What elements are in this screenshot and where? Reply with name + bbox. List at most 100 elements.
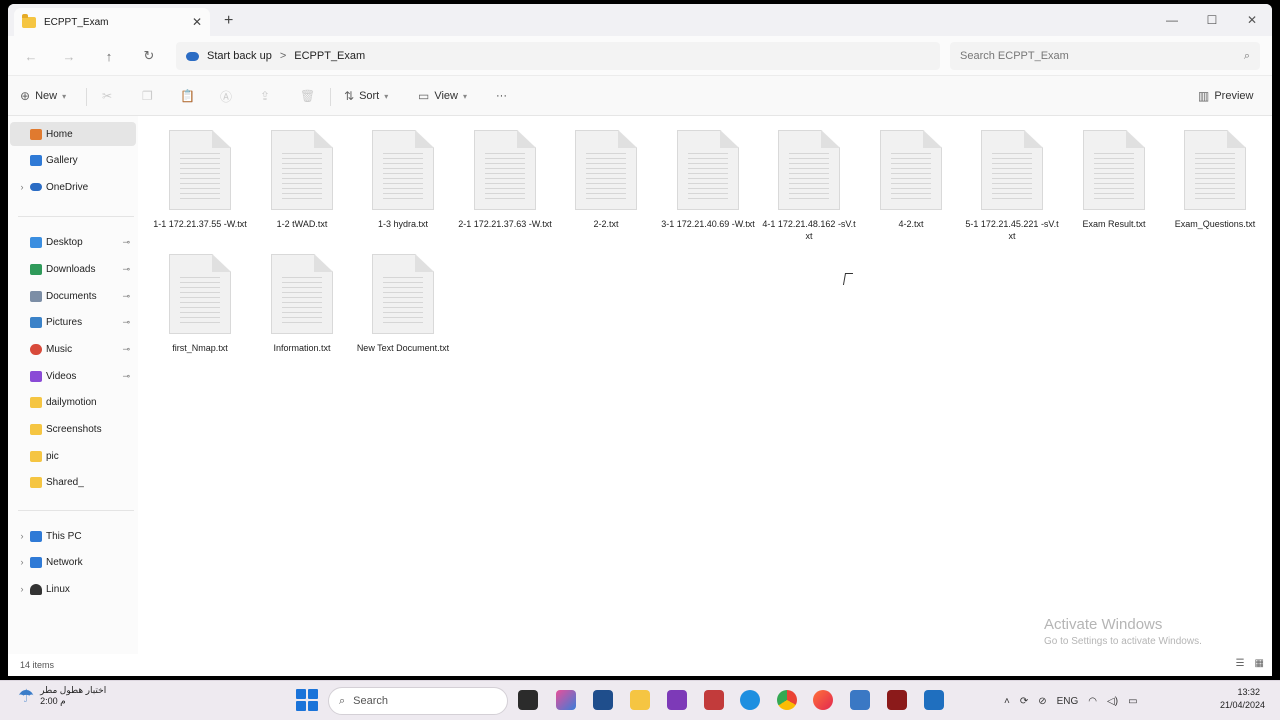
file-item[interactable]: 5-1 172.21.45.221 -sV.txt <box>964 130 1060 242</box>
file-item[interactable]: 3-1 172.21.40.69 -W.txt <box>660 130 756 230</box>
chrome-browser-icon[interactable] <box>777 690 797 710</box>
file-item[interactable]: Exam Result.txt <box>1066 130 1162 230</box>
file-item[interactable]: Exam_Questions.txt <box>1167 130 1263 230</box>
expand-chevron-icon[interactable]: › <box>16 531 28 541</box>
sidebar-item-videos[interactable]: Videos ⊸ <box>10 364 136 388</box>
sidebar-item-screenshots[interactable]: Screenshots <box>10 417 136 441</box>
divider <box>18 510 134 511</box>
sidebar-item-label: Downloads <box>46 263 96 275</box>
file-name: 1-3 hydra.txt <box>377 219 429 229</box>
rename-icon: Ⓐ <box>220 89 233 104</box>
snipping-tool-app-icon[interactable] <box>924 690 944 710</box>
divider <box>18 216 134 217</box>
clipboard-icon: 📋 <box>180 89 195 103</box>
rename-button[interactable]: Ⓐ <box>220 88 232 104</box>
sort-button[interactable]: ⇅ Sort ▾ <box>344 88 388 104</box>
volume-icon[interactable]: ◁) <box>1107 696 1118 707</box>
preview-button[interactable]: ▥ Preview <box>1198 88 1253 104</box>
file-name: 2-2.txt <box>593 219 619 229</box>
sidebar-item-shared[interactable]: Shared_ <box>10 470 136 494</box>
start-button[interactable] <box>296 689 318 711</box>
firefox-browser-icon[interactable] <box>813 690 833 710</box>
pin-icon: ⊸ <box>122 290 130 301</box>
update-icon[interactable]: ⟳ <box>1020 696 1028 707</box>
network-status-icon[interactable]: ⊘ <box>1038 696 1046 707</box>
file-item[interactable]: 2-1 172.21.37.63 -W.txt <box>457 130 553 230</box>
file-item[interactable]: 1-1 172.21.37.55 -W.txt <box>152 130 248 230</box>
new-tab-button[interactable]: + <box>224 12 233 30</box>
app-icon[interactable] <box>704 690 724 710</box>
delete-button[interactable]: 🗑 <box>300 88 315 104</box>
video-editor-app-icon[interactable] <box>887 690 907 710</box>
expand-chevron-icon[interactable]: › <box>16 182 28 192</box>
sidebar-item-this-pc[interactable]: › This PC <box>10 524 136 548</box>
search-input[interactable]: Search ECPPT_Exam ⌕ <box>950 42 1260 70</box>
copy-button[interactable]: ❐ <box>142 88 153 104</box>
store-app-icon[interactable] <box>593 690 613 710</box>
view-button[interactable]: ▭ View ▾ <box>418 88 467 104</box>
wifi-icon[interactable]: ◠ <box>1088 696 1097 707</box>
pictures-icon <box>30 316 42 328</box>
chevron-up-icon[interactable]: ˄ <box>1004 696 1010 707</box>
visual-studio-app-icon[interactable] <box>667 690 687 710</box>
sidebar-item-pic[interactable]: pic <box>10 444 136 468</box>
sidebar-item-home[interactable]: Home <box>10 122 136 146</box>
chevron-down-icon: ▾ <box>62 91 67 101</box>
share-button[interactable]: ⇪ <box>260 88 270 104</box>
tiles-view-icon[interactable]: ▦ <box>1255 658 1264 669</box>
up-button[interactable]: ↑ <box>98 46 120 66</box>
tab-close-button[interactable]: ✕ <box>192 15 202 29</box>
file-item[interactable]: Information.txt <box>254 254 350 354</box>
forward-button[interactable]: → <box>58 46 80 66</box>
close-button[interactable]: ✕ <box>1232 4 1272 36</box>
file-item[interactable]: 1-3 hydra.txt <box>355 130 451 230</box>
breadcrumb-ecppt-exam[interactable]: ECPPT_Exam <box>294 50 365 62</box>
sidebar-item-dailymotion[interactable]: dailymotion <box>10 390 136 414</box>
refresh-button[interactable]: ↻ <box>138 46 160 66</box>
sidebar-item-music[interactable]: Music ⊸ <box>10 337 136 361</box>
system-clock[interactable]: 13:32 21/04/2024 <box>1220 686 1265 712</box>
vscode-app-icon[interactable] <box>850 690 870 710</box>
breadcrumb-start-back-up[interactable]: Start back up <box>207 50 272 62</box>
language-indicator[interactable]: ENG <box>1057 696 1079 707</box>
sidebar-item-downloads[interactable]: Downloads ⊸ <box>10 257 136 281</box>
linux-penguin-icon <box>30 583 42 595</box>
sidebar-item-label: Documents <box>46 290 97 302</box>
file-item[interactable]: 4-1 172.21.48.162 -sV.txt <box>761 130 857 242</box>
back-button[interactable]: ← <box>20 46 42 66</box>
file-explorer-app-icon[interactable] <box>630 690 650 710</box>
sidebar-item-desktop[interactable]: Desktop ⊸ <box>10 230 136 254</box>
file-item[interactable]: New Text Document.txt <box>355 254 451 354</box>
file-item[interactable]: 1-2 tWAD.txt <box>254 130 350 230</box>
expand-chevron-icon[interactable]: › <box>16 584 28 594</box>
cut-button[interactable]: ✂ <box>102 88 112 104</box>
more-options-button[interactable]: ··· <box>496 88 507 104</box>
new-button[interactable]: ⊕ New ▾ <box>20 88 66 104</box>
edge-browser-icon[interactable] <box>740 690 760 710</box>
sidebar-item-label: OneDrive <box>46 181 89 193</box>
sidebar-item-linux[interactable]: › Linux <box>10 577 136 601</box>
taskbar-search[interactable]: ⌕ Search <box>328 687 508 715</box>
sidebar-item-gallery[interactable]: Gallery <box>10 148 136 172</box>
widgets-app-icon[interactable] <box>556 690 576 710</box>
sidebar-item-documents[interactable]: Documents ⊸ <box>10 284 136 308</box>
sidebar-item-label: Desktop <box>46 236 83 248</box>
breadcrumb-separator[interactable]: > <box>280 50 286 62</box>
weather-widget[interactable]: ☂ اختبار هطول مطر م 2:00 <box>18 685 106 707</box>
sidebar-item-network[interactable]: › Network <box>10 550 136 574</box>
battery-icon[interactable]: ▭ <box>1128 696 1137 707</box>
details-view-icon[interactable]: ☰ <box>1236 658 1245 669</box>
tab-ecppt-exam[interactable]: ECPPT_Exam ✕ <box>14 8 210 36</box>
address-bar[interactable]: Start back up > ECPPT_Exam <box>176 42 940 70</box>
task-view-icon[interactable] <box>518 690 538 710</box>
file-item[interactable]: first_Nmap.txt <box>152 254 248 354</box>
minimize-button[interactable]: — <box>1152 4 1192 36</box>
maximize-button[interactable]: ☐ <box>1192 4 1232 36</box>
file-item[interactable]: 4-2.txt <box>863 130 959 230</box>
file-name: Information.txt <box>273 343 331 353</box>
sidebar-item-pictures[interactable]: Pictures ⊸ <box>10 310 136 334</box>
paste-button[interactable]: 📋 <box>180 88 195 104</box>
file-item[interactable]: 2-2.txt <box>558 130 654 230</box>
sidebar-item-onedrive[interactable]: › OneDrive <box>10 175 136 199</box>
expand-chevron-icon[interactable]: › <box>16 557 28 567</box>
